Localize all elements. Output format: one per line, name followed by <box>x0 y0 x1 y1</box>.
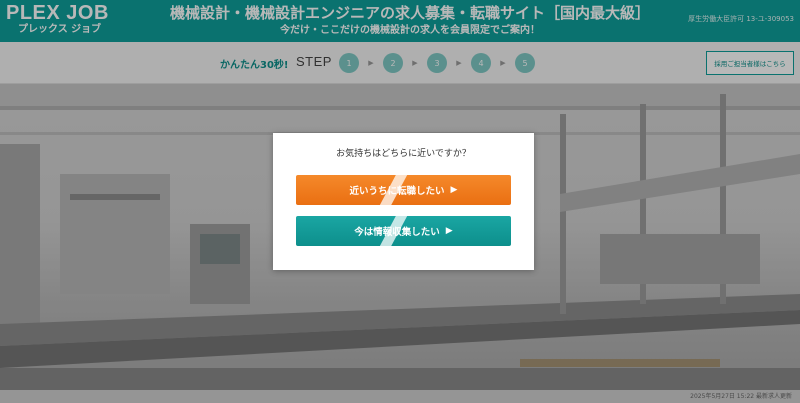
play-arrow-icon: ▶ <box>450 185 458 195</box>
play-arrow-icon: ▶ <box>445 226 453 236</box>
modal-question: お気持ちはどちらに近いですか？ <box>336 149 471 159</box>
intent-modal: お気持ちはどちらに近いですか？ 近いうちに転職したい ▶ 今は情報収集したい ▶ <box>273 133 534 270</box>
change-job-soon-button[interactable]: 近いうちに転職したい ▶ <box>296 175 511 205</box>
gather-info-button[interactable]: 今は情報収集したい ▶ <box>296 216 511 246</box>
